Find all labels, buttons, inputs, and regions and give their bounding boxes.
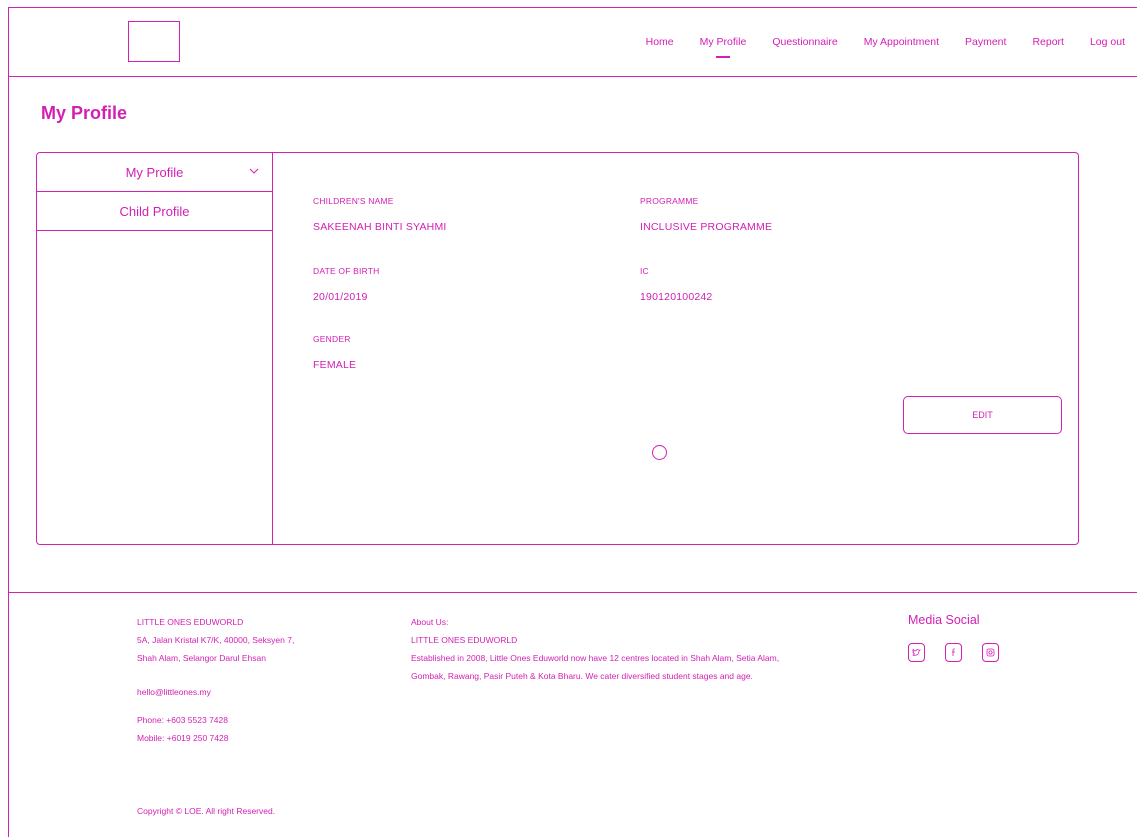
nav-report[interactable]: Report: [1032, 36, 1064, 48]
ic-label: IC: [640, 266, 649, 276]
about-line1: Established in 2008, Little Ones Eduworl…: [411, 653, 780, 663]
edit-button[interactable]: EDIT: [903, 396, 1062, 434]
about-company: LITTLE ONES EDUWORLD: [411, 635, 518, 645]
dob-value: 20/01/2019: [313, 291, 368, 303]
nav-logout[interactable]: Log out: [1090, 36, 1125, 48]
nav-payment[interactable]: Payment: [965, 36, 1006, 48]
page-title: My Profile: [41, 103, 128, 123]
gender-value: FEMALE: [313, 359, 357, 371]
field-date-of-birth: DATE OF BIRTH 20/01/2019: [313, 266, 613, 303]
ic-value: 190120100242: [640, 291, 713, 303]
field-ic: IC 190120100242: [640, 266, 940, 303]
nav-my-appointment[interactable]: My Appointment: [864, 36, 939, 48]
media-social-title: Media Social: [908, 613, 980, 627]
footer: LITTLE ONES EDUWORLD 5A, Jalan Kristal K…: [8, 592, 1137, 837]
field-gender: GENDER FEMALE: [313, 334, 613, 371]
instagram-icon[interactable]: [982, 643, 999, 662]
footer-media-social: Media Social: [908, 611, 1019, 662]
gender-label: GENDER: [313, 334, 351, 344]
field-programme: PROGRAMME INCLUSIVE PROGRAMME: [640, 196, 940, 233]
programme-label: PROGRAMME: [640, 196, 699, 206]
footer-address-line1: 5A, Jalan Kristal K7/K, 40000, Seksyen 7…: [137, 635, 295, 645]
twitter-icon[interactable]: [908, 643, 925, 662]
children-name-value: SAKEENAH BINTI SYAHMI: [313, 221, 447, 233]
sidebar-item-child-profile[interactable]: Child Profile: [37, 192, 272, 231]
dob-label: DATE OF BIRTH: [313, 266, 380, 276]
facebook-icon[interactable]: [945, 643, 962, 662]
copyright-text: Copyright © LOE. All right Reserved.: [137, 806, 276, 816]
footer-contact: LITTLE ONES EDUWORLD 5A, Jalan Kristal K…: [137, 613, 294, 747]
logo-placeholder[interactable]: [128, 21, 180, 62]
sidebar-item-my-profile[interactable]: My Profile: [37, 153, 272, 192]
sidebar-item-label: Child Profile: [119, 203, 190, 219]
chevron-down-icon: [249, 168, 259, 174]
nav-home[interactable]: Home: [646, 36, 674, 48]
footer-email[interactable]: hello@littleones.my: [137, 683, 294, 701]
sidebar-item-label: My Profile: [125, 164, 184, 180]
top-header: Home My Profile Questionnaire My Appoint…: [8, 7, 1137, 77]
about-line2: Gombak, Rawang, Pasir Puteh & Kota Bharu…: [411, 671, 753, 681]
footer-address-line2: Shah Alam, Selangor Darul Ehsan: [137, 653, 266, 663]
profile-panel: My Profile Child Profile CHILDREN'S NAME…: [36, 152, 1079, 545]
cursor-indicator: [652, 445, 667, 460]
programme-value: INCLUSIVE PROGRAMME: [640, 221, 773, 233]
main-nav: Home My Profile Questionnaire My Appoint…: [620, 36, 1125, 58]
nav-questionnaire[interactable]: Questionnaire: [772, 36, 837, 48]
profile-sidebar: My Profile Child Profile: [37, 153, 273, 544]
footer-company: LITTLE ONES EDUWORLD: [137, 617, 244, 627]
social-icons: [908, 643, 1019, 662]
field-children-name: CHILDREN'S NAME SAKEENAH BINTI SYAHMI: [313, 196, 613, 233]
footer-mobile: Mobile: +6019 250 7428: [137, 733, 229, 743]
footer-phone: Phone: +603 5523 7428: [137, 715, 228, 725]
footer-about: About Us: LITTLE ONES EDUWORLD Establish…: [411, 613, 779, 685]
about-title: About Us:: [411, 617, 449, 627]
nav-my-profile[interactable]: My Profile: [700, 36, 746, 58]
children-name-label: CHILDREN'S NAME: [313, 196, 394, 206]
